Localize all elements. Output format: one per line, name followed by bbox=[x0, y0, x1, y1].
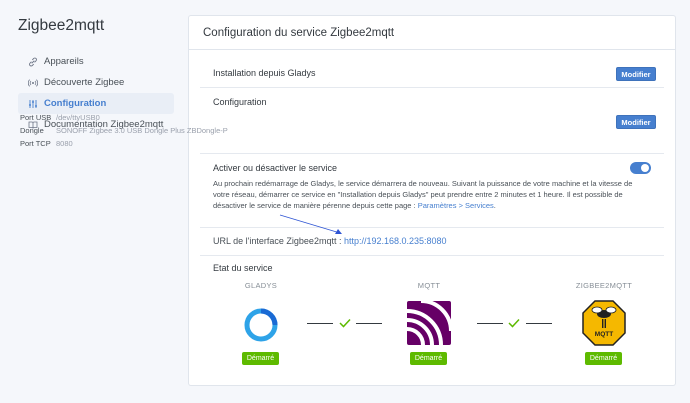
radio-icon bbox=[28, 78, 38, 88]
status-badge-zigbee2mqtt: Démarré bbox=[585, 352, 622, 365]
status-badge-mqtt: Démarré bbox=[410, 352, 447, 365]
url-line: URL de l'interface Zigbee2mqtt : http://… bbox=[213, 236, 447, 246]
zigbee2mqtt-logo: MQTT bbox=[582, 300, 626, 346]
service-label-mqtt: MQTT bbox=[417, 281, 441, 290]
connector-line bbox=[307, 323, 333, 324]
sidebar-item-label: Appareils bbox=[44, 56, 84, 67]
install-section: Installation depuis Gladys Modifier bbox=[200, 56, 664, 88]
toggle-knob bbox=[641, 164, 649, 172]
sidebar-item-label: Configuration bbox=[44, 98, 107, 109]
sidebar-item-appareils[interactable]: Appareils bbox=[18, 51, 174, 72]
check-icon bbox=[508, 318, 520, 328]
service-enable-toggle[interactable] bbox=[630, 162, 651, 174]
gladys-logo-icon bbox=[244, 308, 278, 342]
config-title: Configuration bbox=[213, 97, 267, 107]
install-title: Installation depuis Gladys bbox=[213, 68, 316, 78]
install-modify-button[interactable]: Modifier bbox=[616, 67, 656, 81]
sliders-icon bbox=[28, 99, 38, 109]
app-title: Zigbee2mqtt bbox=[18, 17, 105, 34]
sidebar-item-configuration[interactable]: Configuration bbox=[18, 93, 174, 114]
status-badge-gladys: Démarré bbox=[242, 352, 279, 365]
status-title: Etat du service bbox=[213, 263, 273, 273]
mqtt-logo-icon bbox=[407, 301, 451, 345]
config-row-port-tcp: Port TCP 8080 bbox=[20, 139, 73, 148]
check-icon bbox=[339, 318, 351, 328]
link-icon bbox=[28, 57, 38, 67]
connector-line bbox=[526, 323, 552, 324]
sidebar-item-decouverte[interactable]: Découverte Zigbee bbox=[18, 72, 174, 93]
config-section: Configuration Modifier bbox=[200, 88, 664, 154]
service-toggle-title: Activer ou désactiver le service bbox=[213, 163, 338, 173]
config-modify-button[interactable]: Modifier bbox=[616, 115, 656, 129]
service-description: Au prochain redémarrage de Gladys, le se… bbox=[213, 179, 633, 210]
zigbee2mqtt-url-link[interactable]: http://192.168.0.235:8080 bbox=[344, 236, 447, 246]
sidebar-item-label: Découverte Zigbee bbox=[44, 77, 125, 88]
service-label-gladys: GLADYS bbox=[244, 281, 278, 290]
card-title: Configuration du service Zigbee2mqtt bbox=[189, 16, 675, 50]
connector-line bbox=[356, 323, 382, 324]
config-row-dongle: Dongle SONOFF Zigbee 3.0 USB Dongle Plus… bbox=[20, 126, 228, 135]
services-settings-link[interactable]: Paramètres > Services bbox=[418, 201, 494, 210]
sidebar: Zigbee2mqtt Appareils Découverte Zigbee … bbox=[0, 0, 180, 403]
connector-line bbox=[477, 323, 503, 324]
divider bbox=[200, 255, 664, 256]
config-row-port-usb: Port USB /dev/ttyUSB0 bbox=[20, 113, 100, 122]
annotation-arrow-icon bbox=[279, 214, 342, 234]
zigbee-logo-text: MQTT bbox=[594, 331, 614, 338]
service-label-zigbee2mqtt: ZIGBEE2MQTT bbox=[575, 281, 633, 290]
bee-icon bbox=[582, 300, 626, 346]
